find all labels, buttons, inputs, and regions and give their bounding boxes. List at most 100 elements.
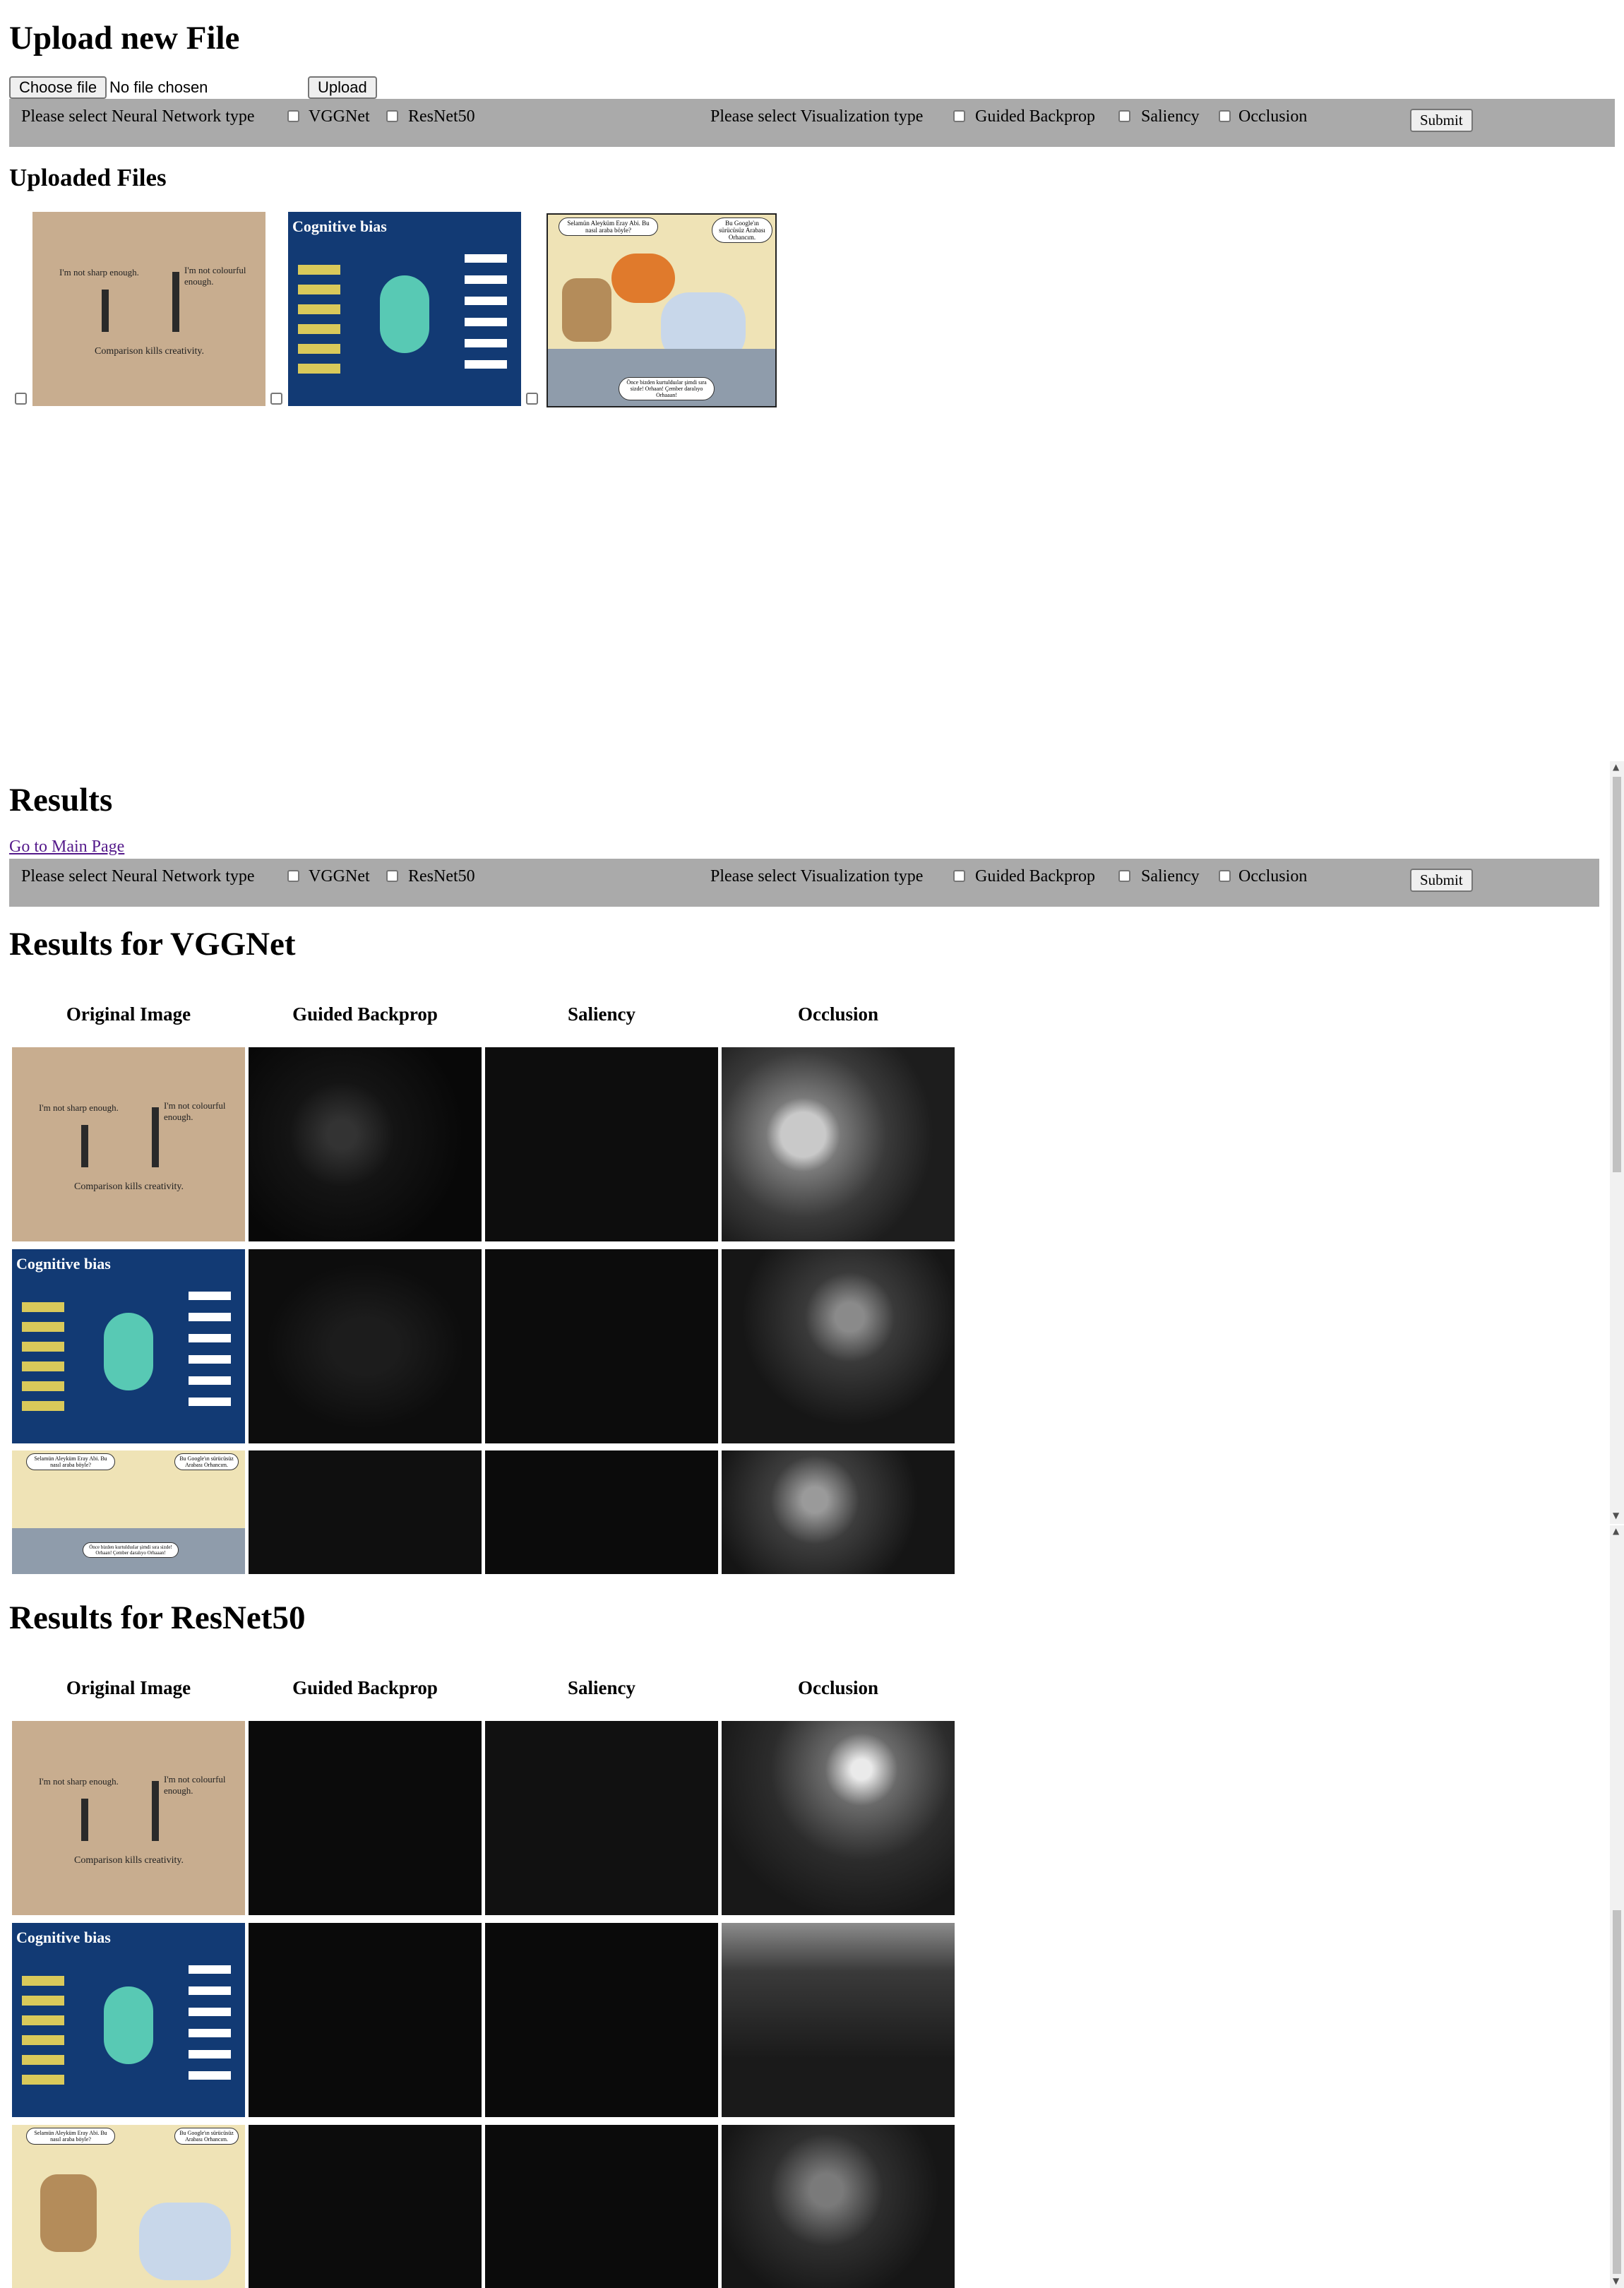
col-occlusion: Occlusion (797, 1003, 878, 1025)
no-file-text: No file chosen (109, 78, 208, 96)
uploaded-image-pencils[interactable]: I'm not sharp enough. I'm not colourful … (32, 212, 265, 406)
pencil-shape (81, 1799, 88, 1841)
pencil-note-2: I'm not colourful enough. (164, 1774, 226, 1796)
occlusion-map (722, 1721, 955, 1915)
saliency-map (485, 1249, 718, 1443)
occlusion-checkbox[interactable] (1219, 110, 1231, 122)
cognitive-bias-title: Cognitive bias (16, 1929, 111, 1946)
guided-backprop-map (249, 1047, 482, 1241)
guided-backprop-checkbox[interactable] (953, 870, 965, 882)
comic-horse (562, 278, 611, 342)
upload-button[interactable]: Upload (308, 76, 377, 99)
main-page-link[interactable]: Go to Main Page (9, 838, 124, 857)
saliency-map (485, 1721, 718, 1915)
original-image-comic: Selamün Aleyküm Eray Abi. Bu nasıl araba… (12, 1450, 245, 1574)
guided-backprop-map (249, 1450, 482, 1574)
choose-file-button[interactable]: Choose file (9, 76, 107, 99)
scroll-down-icon[interactable]: ▼ (1613, 2277, 1619, 2285)
nn-prompt: Please select Neural Network type (21, 867, 255, 886)
comic-hay (611, 254, 675, 303)
resnet50-checkbox[interactable] (386, 870, 398, 882)
results-title: Results (9, 782, 113, 818)
guided-backprop-map (249, 2125, 482, 2288)
original-image-cognitive-bias: Cognitive bias (12, 1923, 245, 2117)
scroll-down-icon[interactable]: ▼ (1613, 1511, 1619, 1520)
uploaded-image-cognitive-bias[interactable]: Cognitive bias (288, 212, 521, 406)
guided-backprop-map (249, 1721, 482, 1915)
original-image-cognitive-bias: Cognitive bias (12, 1249, 245, 1443)
original-image-pencils: I'm not sharp enough. I'm not colourful … (12, 1721, 245, 1915)
saliency-checkbox[interactable] (1118, 870, 1130, 882)
comic-bubble-2: Bu Google'ın sürücüsüz Arabası Orhancım. (712, 218, 772, 243)
comic-bubble-2: Bu Google'ın sürücüsüz Arabası Orhancım. (174, 1453, 239, 1470)
comic-bubble-1: Selamün Aleyküm Eray Abi. Bu nasıl araba… (559, 218, 658, 236)
pencil-shape (172, 272, 179, 332)
pencil-shape (152, 1107, 159, 1167)
select-image-2-checkbox[interactable] (270, 393, 282, 405)
pencil-note-1: I'm not sharp enough. (59, 267, 139, 278)
scroll-up-icon[interactable]: ▲ (1613, 763, 1619, 771)
vggnet-results-title: Results for VGGNet (9, 926, 296, 963)
upload-title: Upload new File (9, 20, 240, 56)
pencil-caption: Comparison kills creativity. (74, 1855, 184, 1866)
occlusion-map (722, 1450, 955, 1574)
original-image-comic: Selamün Aleyküm Eray Abi. Bu nasıl araba… (12, 2125, 245, 2288)
submit-button[interactable]: Submit (1410, 109, 1473, 132)
pencil-shape (81, 1125, 88, 1167)
vggnet-checkbox[interactable] (287, 110, 299, 122)
viz-prompt: Please select Visualization type (710, 867, 924, 886)
pencil-shape (152, 1781, 159, 1841)
comic-bubble-3: Önce bizden kurtulduılar şimdi sıra sizd… (619, 377, 715, 400)
viz-prompt: Please select Visualization type (710, 107, 924, 126)
guided-backprop-label: Guided Backprop (975, 107, 1095, 126)
col-guided-backprop: Guided Backprop (292, 1677, 438, 1698)
occlusion-map (722, 1923, 955, 2117)
guided-backprop-checkbox[interactable] (953, 110, 965, 122)
saliency-map (485, 1450, 718, 1574)
pencil-caption: Comparison kills creativity. (74, 1181, 184, 1192)
pencil-note-2: I'm not colourful enough. (184, 265, 246, 287)
scrollbar-thumb[interactable] (1613, 1910, 1621, 2274)
select-image-3-checkbox[interactable] (526, 393, 538, 405)
comic-bubble-1: Selamün Aleyküm Eray Abi. Bu nasıl araba… (26, 1453, 115, 1470)
guided-backprop-label: Guided Backprop (975, 867, 1095, 886)
pencil-note-1: I'm not sharp enough. (39, 1776, 119, 1787)
occlusion-checkbox[interactable] (1219, 870, 1231, 882)
col-guided-backprop: Guided Backprop (292, 1003, 438, 1025)
comic-bubble-2: Bu Google'ın sürücüsüz Arabası Orhancım. (174, 2128, 239, 2145)
resnet50-checkbox[interactable] (386, 110, 398, 122)
brain-shape (104, 1986, 153, 2064)
comic-bubble-3: Önce bizden kurtulduılar şimdi sıra sizd… (83, 1542, 179, 1558)
original-image-pencils: I'm not sharp enough. I'm not colourful … (12, 1047, 245, 1241)
scroll-up-icon[interactable]: ▲ (1613, 1527, 1619, 1535)
nn-prompt: Please select Neural Network type (21, 107, 255, 126)
col-occlusion: Occlusion (797, 1677, 878, 1698)
selection-form: Please select Neural Network type VGGNet… (9, 99, 1615, 147)
comic-bubble-1: Selamün Aleyküm Eray Abi. Bu nasıl araba… (26, 2128, 115, 2145)
saliency-checkbox[interactable] (1118, 110, 1130, 122)
saliency-label: Saliency (1141, 867, 1200, 886)
pencil-note-2: I'm not colourful enough. (164, 1100, 226, 1122)
occlusion-label: Occlusion (1238, 107, 1308, 126)
cognitive-bias-title: Cognitive bias (16, 1255, 111, 1273)
uploaded-files-title: Uploaded Files (9, 164, 167, 191)
scrollbar-thumb[interactable] (1613, 777, 1621, 1172)
saliency-map (485, 2125, 718, 2288)
cognitive-bias-title: Cognitive bias (292, 218, 387, 235)
bias-list-right (189, 1965, 231, 2092)
occlusion-map (722, 1249, 955, 1443)
vggnet-checkbox[interactable] (287, 870, 299, 882)
saliency-map (485, 1047, 718, 1241)
select-image-1-checkbox[interactable] (15, 393, 27, 405)
pencil-caption: Comparison kills creativity. (95, 346, 205, 357)
results-selection-form: Please select Neural Network type VGGNet… (9, 859, 1599, 907)
uploaded-image-comic[interactable]: Selamün Aleyküm Eray Abi. Bu nasıl araba… (547, 213, 777, 407)
submit-button[interactable]: Submit (1410, 869, 1473, 892)
page-scrollbar[interactable]: ▲ ▼ (1610, 1525, 1624, 2288)
occlusion-map (722, 2125, 955, 2288)
results-frame-scrollbar[interactable]: ▲ ▼ (1610, 761, 1624, 1524)
guided-backprop-map (249, 1923, 482, 2117)
bias-list-left (22, 1976, 64, 2089)
saliency-label: Saliency (1141, 107, 1200, 126)
vggnet-label: VGGNet (309, 867, 370, 886)
